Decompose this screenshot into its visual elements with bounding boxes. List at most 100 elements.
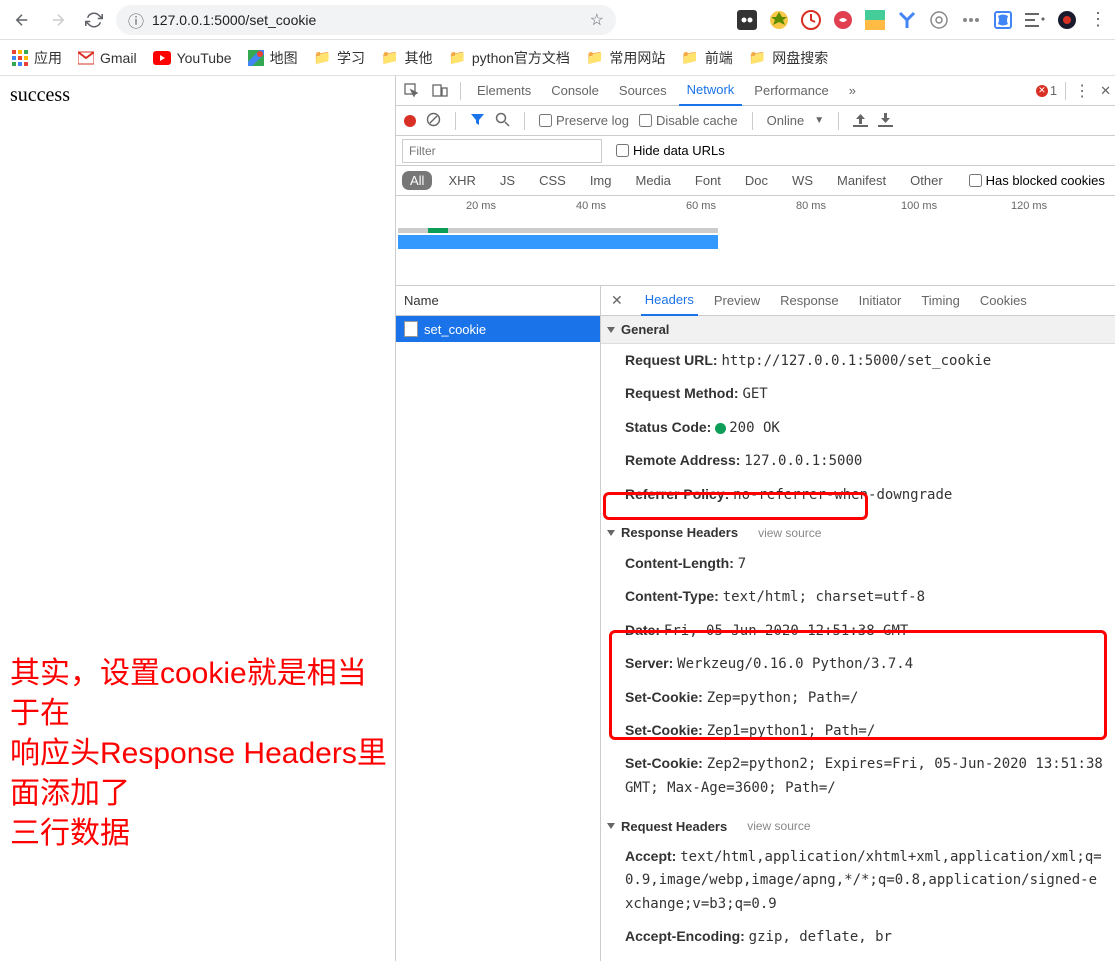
detail-tab-preview[interactable]: Preview: [710, 286, 764, 316]
tab-performance[interactable]: Performance: [746, 76, 836, 106]
clear-icon[interactable]: [426, 112, 441, 130]
bookmark-gmail[interactable]: Gmail: [78, 50, 137, 66]
filter-row: Hide data URLs: [396, 136, 1115, 166]
filter-icon[interactable]: [470, 112, 485, 130]
filter-input[interactable]: [402, 139, 602, 163]
filter-js[interactable]: JS: [492, 171, 523, 190]
ext-icon-1[interactable]: [737, 10, 757, 30]
filter-font[interactable]: Font: [687, 171, 729, 190]
section-response-headers[interactable]: Response Headersview source: [601, 519, 1115, 547]
folder-icon: 📁: [314, 49, 331, 66]
throttling-select[interactable]: Online: [767, 113, 805, 128]
bookmark-pydocs[interactable]: 📁python官方文档: [448, 48, 569, 68]
reload-button[interactable]: [80, 6, 108, 34]
filter-other[interactable]: Other: [902, 171, 951, 190]
close-devtools-icon[interactable]: ✕: [1100, 83, 1111, 99]
bookmarks-bar: 应用 Gmail YouTube 地图 📁学习 📁其他 📁python官方文档 …: [0, 40, 1115, 76]
section-general[interactable]: General: [601, 316, 1115, 344]
filter-ws[interactable]: WS: [784, 171, 821, 190]
view-source-request[interactable]: view source: [747, 819, 810, 833]
timeline[interactable]: 20 ms 40 ms 60 ms 80 ms 100 ms 120 ms: [396, 196, 1115, 286]
resp-set-cookie-1: Set-Cookie: Zep=python; Path=/: [601, 681, 1115, 714]
bookmark-frontend[interactable]: 📁前端: [681, 48, 732, 68]
bookmark-youtube[interactable]: YouTube: [153, 50, 232, 66]
tab-network[interactable]: Network: [679, 76, 743, 106]
ext-icon-5[interactable]: [865, 10, 885, 30]
url-text: 127.0.0.1:5000/set_cookie: [152, 12, 582, 28]
req-accept-language: Accept-Language: zh-CN,zh;q=0.9: [601, 954, 1115, 961]
req-accept-encoding: Accept-Encoding: gzip, deflate, br: [601, 920, 1115, 953]
timeline-bar: [398, 228, 728, 248]
browser-toolbar: ⓘ 127.0.0.1:5000/set_cookie ☆ ⋮: [0, 0, 1115, 40]
close-detail-icon[interactable]: ✕: [605, 292, 629, 309]
filter-all[interactable]: All: [402, 171, 432, 190]
detail-tab-initiator[interactable]: Initiator: [855, 286, 906, 316]
page-response-text: success: [10, 84, 385, 107]
bookmark-maps[interactable]: 地图: [248, 48, 298, 68]
filter-manifest[interactable]: Manifest: [829, 171, 894, 190]
request-list: Name set_cookie: [396, 286, 601, 961]
bookmark-apps[interactable]: 应用: [12, 48, 62, 68]
bookmark-star-icon[interactable]: ☆: [590, 10, 604, 30]
disable-cache-check[interactable]: Disable cache: [639, 113, 738, 128]
inspect-icon[interactable]: [400, 79, 424, 103]
tab-elements[interactable]: Elements: [469, 76, 539, 106]
folder-icon: 📁: [448, 49, 465, 66]
menu-icon[interactable]: ⋮: [1089, 9, 1107, 30]
view-source-response[interactable]: view source: [758, 526, 821, 540]
bookmark-netdisk[interactable]: 📁网盘搜索: [749, 48, 828, 68]
address-bar[interactable]: ⓘ 127.0.0.1:5000/set_cookie ☆: [116, 5, 616, 35]
youtube-icon: [153, 51, 171, 65]
device-icon[interactable]: [428, 79, 452, 103]
filter-doc[interactable]: Doc: [737, 171, 776, 190]
forward-button[interactable]: [44, 6, 72, 34]
upload-icon[interactable]: [853, 112, 868, 130]
filter-img[interactable]: Img: [582, 171, 620, 190]
filter-xhr[interactable]: XHR: [440, 171, 483, 190]
detail-tab-cookies[interactable]: Cookies: [976, 286, 1031, 316]
back-button[interactable]: [8, 6, 36, 34]
search-icon[interactable]: [495, 112, 510, 130]
ext-icon-4[interactable]: [833, 10, 853, 30]
type-filters: All XHR JS CSS Img Media Font Doc WS Man…: [396, 166, 1115, 196]
error-count[interactable]: ✕1: [1036, 83, 1057, 98]
general-request-method: Request Method: GET: [601, 377, 1115, 410]
ext-icon-11[interactable]: [1057, 10, 1077, 30]
request-row-set-cookie[interactable]: set_cookie: [396, 316, 600, 342]
tab-console[interactable]: Console: [543, 76, 607, 106]
ext-icon-2[interactable]: [769, 10, 789, 30]
ext-icon-7[interactable]: [929, 10, 949, 30]
tab-sources[interactable]: Sources: [611, 76, 675, 106]
ext-icon-9[interactable]: [993, 10, 1013, 30]
hide-data-urls-check[interactable]: Hide data URLs: [616, 143, 725, 158]
detail-tab-response[interactable]: Response: [776, 286, 843, 316]
general-referrer-policy: Referrer Policy: no-referrer-when-downgr…: [601, 478, 1115, 511]
general-request-url: Request URL: http://127.0.0.1:5000/set_c…: [601, 344, 1115, 377]
resp-content-type: Content-Type: text/html; charset=utf-8: [601, 580, 1115, 613]
record-button[interactable]: [404, 115, 416, 127]
preserve-log-check[interactable]: Preserve log: [539, 113, 629, 128]
devtools-tabs: Elements Console Sources Network Perform…: [396, 76, 1115, 106]
detail-tab-timing[interactable]: Timing: [917, 286, 964, 316]
bookmark-common[interactable]: 📁常用网站: [586, 48, 665, 68]
info-icon: ⓘ: [128, 8, 144, 32]
bookmark-other[interactable]: 📁其他: [381, 48, 432, 68]
throttling-caret-icon[interactable]: ▼: [814, 115, 824, 126]
settings-icon[interactable]: ⋮: [1074, 81, 1090, 101]
bookmark-study[interactable]: 📁学习: [314, 48, 365, 68]
download-icon[interactable]: [878, 112, 893, 130]
blocked-cookies-check[interactable]: Has blocked cookies: [969, 173, 1105, 188]
resp-server: Server: Werkzeug/0.16.0 Python/3.7.4: [601, 647, 1115, 680]
section-request-headers[interactable]: Request Headersview source: [601, 812, 1115, 840]
ext-icon-3[interactable]: [801, 10, 821, 30]
ext-icon-8[interactable]: [961, 10, 981, 30]
general-status-code: Status Code: 200 OK: [601, 411, 1115, 444]
tab-more[interactable]: »: [841, 76, 864, 106]
filter-css[interactable]: CSS: [531, 171, 574, 190]
request-detail: ✕ Headers Preview Response Initiator Tim…: [601, 286, 1115, 961]
ext-icon-10[interactable]: [1025, 10, 1045, 30]
list-header-name[interactable]: Name: [396, 286, 600, 316]
detail-tab-headers[interactable]: Headers: [641, 286, 698, 316]
filter-media[interactable]: Media: [627, 171, 678, 190]
ext-icon-6[interactable]: [897, 10, 917, 30]
